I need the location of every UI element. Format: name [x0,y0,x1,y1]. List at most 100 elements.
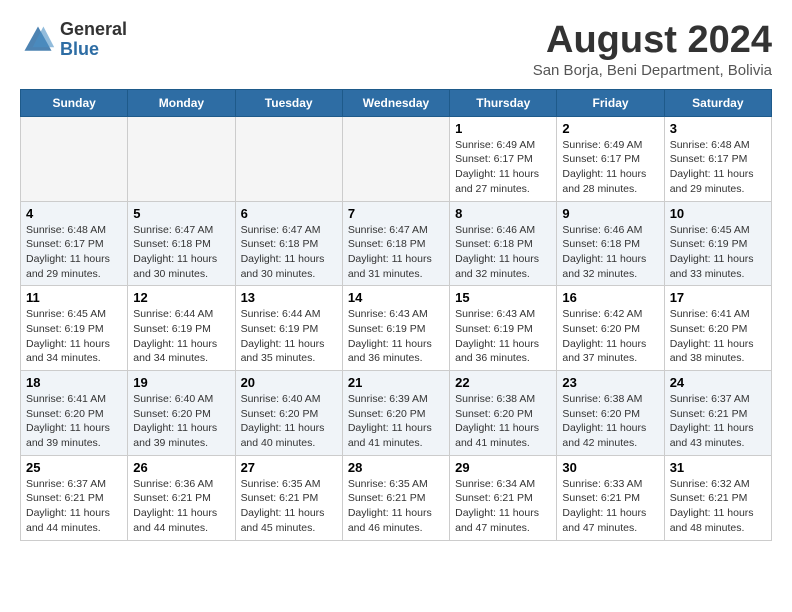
day-number: 11 [26,290,122,305]
cell-info: Daylight: 11 hours and 29 minutes. [670,167,766,196]
cell-info: Sunrise: 6:47 AM [348,223,444,238]
calendar-cell: 4Sunrise: 6:48 AMSunset: 6:17 PMDaylight… [21,201,128,286]
week-row-3: 11Sunrise: 6:45 AMSunset: 6:19 PMDayligh… [21,286,772,371]
day-number: 9 [562,206,658,221]
cell-info: Sunset: 6:19 PM [670,237,766,252]
cell-info: Sunset: 6:18 PM [455,237,551,252]
calendar-cell: 24Sunrise: 6:37 AMSunset: 6:21 PMDayligh… [664,371,771,456]
cell-info: Daylight: 11 hours and 43 minutes. [670,421,766,450]
cell-info: Sunrise: 6:46 AM [455,223,551,238]
day-number: 31 [670,460,766,475]
cell-info: Daylight: 11 hours and 34 minutes. [133,337,229,366]
cell-info: Sunset: 6:20 PM [133,407,229,422]
day-number: 14 [348,290,444,305]
cell-info: Sunrise: 6:41 AM [26,392,122,407]
cell-info: Daylight: 11 hours and 47 minutes. [562,506,658,535]
day-number: 8 [455,206,551,221]
cell-info: Sunrise: 6:34 AM [455,477,551,492]
day-header-monday: Monday [128,89,235,116]
day-number: 22 [455,375,551,390]
cell-info: Sunset: 6:20 PM [348,407,444,422]
cell-info: Sunset: 6:20 PM [670,322,766,337]
day-number: 28 [348,460,444,475]
day-number: 21 [348,375,444,390]
cell-info: Sunrise: 6:49 AM [455,138,551,153]
cell-info: Sunrise: 6:36 AM [133,477,229,492]
day-number: 23 [562,375,658,390]
calendar-cell [21,116,128,201]
calendar-cell: 19Sunrise: 6:40 AMSunset: 6:20 PMDayligh… [128,371,235,456]
cell-info: Daylight: 11 hours and 36 minutes. [455,337,551,366]
cell-info: Daylight: 11 hours and 47 minutes. [455,506,551,535]
calendar-cell: 27Sunrise: 6:35 AMSunset: 6:21 PMDayligh… [235,455,342,540]
cell-info: Daylight: 11 hours and 31 minutes. [348,252,444,281]
calendar-cell: 16Sunrise: 6:42 AMSunset: 6:20 PMDayligh… [557,286,664,371]
day-number: 17 [670,290,766,305]
page-title: August 2024 [533,20,772,62]
cell-info: Sunset: 6:21 PM [670,407,766,422]
calendar-cell: 15Sunrise: 6:43 AMSunset: 6:19 PMDayligh… [450,286,557,371]
day-number: 13 [241,290,337,305]
cell-info: Sunset: 6:20 PM [26,407,122,422]
cell-info: Sunset: 6:19 PM [133,322,229,337]
cell-info: Sunset: 6:21 PM [455,491,551,506]
cell-info: Sunrise: 6:40 AM [241,392,337,407]
cell-info: Sunrise: 6:45 AM [26,307,122,322]
day-number: 1 [455,121,551,136]
cell-info: Sunrise: 6:42 AM [562,307,658,322]
calendar-cell: 31Sunrise: 6:32 AMSunset: 6:21 PMDayligh… [664,455,771,540]
week-row-1: 1Sunrise: 6:49 AMSunset: 6:17 PMDaylight… [21,116,772,201]
cell-info: Sunrise: 6:45 AM [670,223,766,238]
calendar-cell: 25Sunrise: 6:37 AMSunset: 6:21 PMDayligh… [21,455,128,540]
cell-info: Sunrise: 6:35 AM [348,477,444,492]
calendar-cell [342,116,449,201]
cell-info: Sunrise: 6:41 AM [670,307,766,322]
calendar-cell: 11Sunrise: 6:45 AMSunset: 6:19 PMDayligh… [21,286,128,371]
cell-info: Sunset: 6:17 PM [455,152,551,167]
calendar-cell: 26Sunrise: 6:36 AMSunset: 6:21 PMDayligh… [128,455,235,540]
calendar-cell: 6Sunrise: 6:47 AMSunset: 6:18 PMDaylight… [235,201,342,286]
cell-info: Daylight: 11 hours and 30 minutes. [133,252,229,281]
calendar-cell: 13Sunrise: 6:44 AMSunset: 6:19 PMDayligh… [235,286,342,371]
cell-info: Daylight: 11 hours and 36 minutes. [348,337,444,366]
cell-info: Daylight: 11 hours and 28 minutes. [562,167,658,196]
cell-info: Daylight: 11 hours and 27 minutes. [455,167,551,196]
calendar-cell: 29 Sunrise: 6:34 AMSunset: 6:21 PMDayligh… [450,455,557,540]
cell-info: Sunset: 6:21 PM [348,491,444,506]
day-number: 12 [133,290,229,305]
calendar-cell: 23Sunrise: 6:38 AMSunset: 6:20 PMDayligh… [557,371,664,456]
calendar-cell: 18Sunrise: 6:41 AMSunset: 6:20 PMDayligh… [21,371,128,456]
day-number: 29 [455,460,551,475]
cell-info: Daylight: 11 hours and 44 minutes. [133,506,229,535]
day-number: 7 [348,206,444,221]
day-number: 26 [133,460,229,475]
calendar-cell: 8Sunrise: 6:46 AMSunset: 6:18 PMDaylight… [450,201,557,286]
day-header-friday: Friday [557,89,664,116]
cell-info: Daylight: 11 hours and 44 minutes. [26,506,122,535]
calendar-cell [235,116,342,201]
cell-info: Sunset: 6:19 PM [455,322,551,337]
cell-info: Sunset: 6:20 PM [241,407,337,422]
calendar-cell: 14Sunrise: 6:43 AMSunset: 6:19 PMDayligh… [342,286,449,371]
cell-info: Sunrise: 6:35 AM [241,477,337,492]
calendar-cell [128,116,235,201]
cell-info: Daylight: 11 hours and 45 minutes. [241,506,337,535]
cell-info: Sunset: 6:18 PM [133,237,229,252]
week-row-5: 25Sunrise: 6:37 AMSunset: 6:21 PMDayligh… [21,455,772,540]
week-row-4: 18Sunrise: 6:41 AMSunset: 6:20 PMDayligh… [21,371,772,456]
cell-info: Sunset: 6:21 PM [241,491,337,506]
cell-info: Daylight: 11 hours and 33 minutes. [670,252,766,281]
cell-info: Sunrise: 6:38 AM [562,392,658,407]
page-subtitle: San Borja, Beni Department, Bolivia [533,62,772,79]
cell-info: Sunrise: 6:46 AM [562,223,658,238]
week-row-2: 4Sunrise: 6:48 AMSunset: 6:17 PMDaylight… [21,201,772,286]
cell-info: Sunrise: 6:43 AM [455,307,551,322]
logo-blue-text: Blue [60,40,127,60]
cell-info: Daylight: 11 hours and 48 minutes. [670,506,766,535]
logo-icon [20,22,56,58]
cell-info: Sunset: 6:21 PM [26,491,122,506]
cell-info: Daylight: 11 hours and 29 minutes. [26,252,122,281]
day-number: 30 [562,460,658,475]
cell-info: Sunrise: 6:47 AM [241,223,337,238]
cell-info: Sunset: 6:18 PM [241,237,337,252]
